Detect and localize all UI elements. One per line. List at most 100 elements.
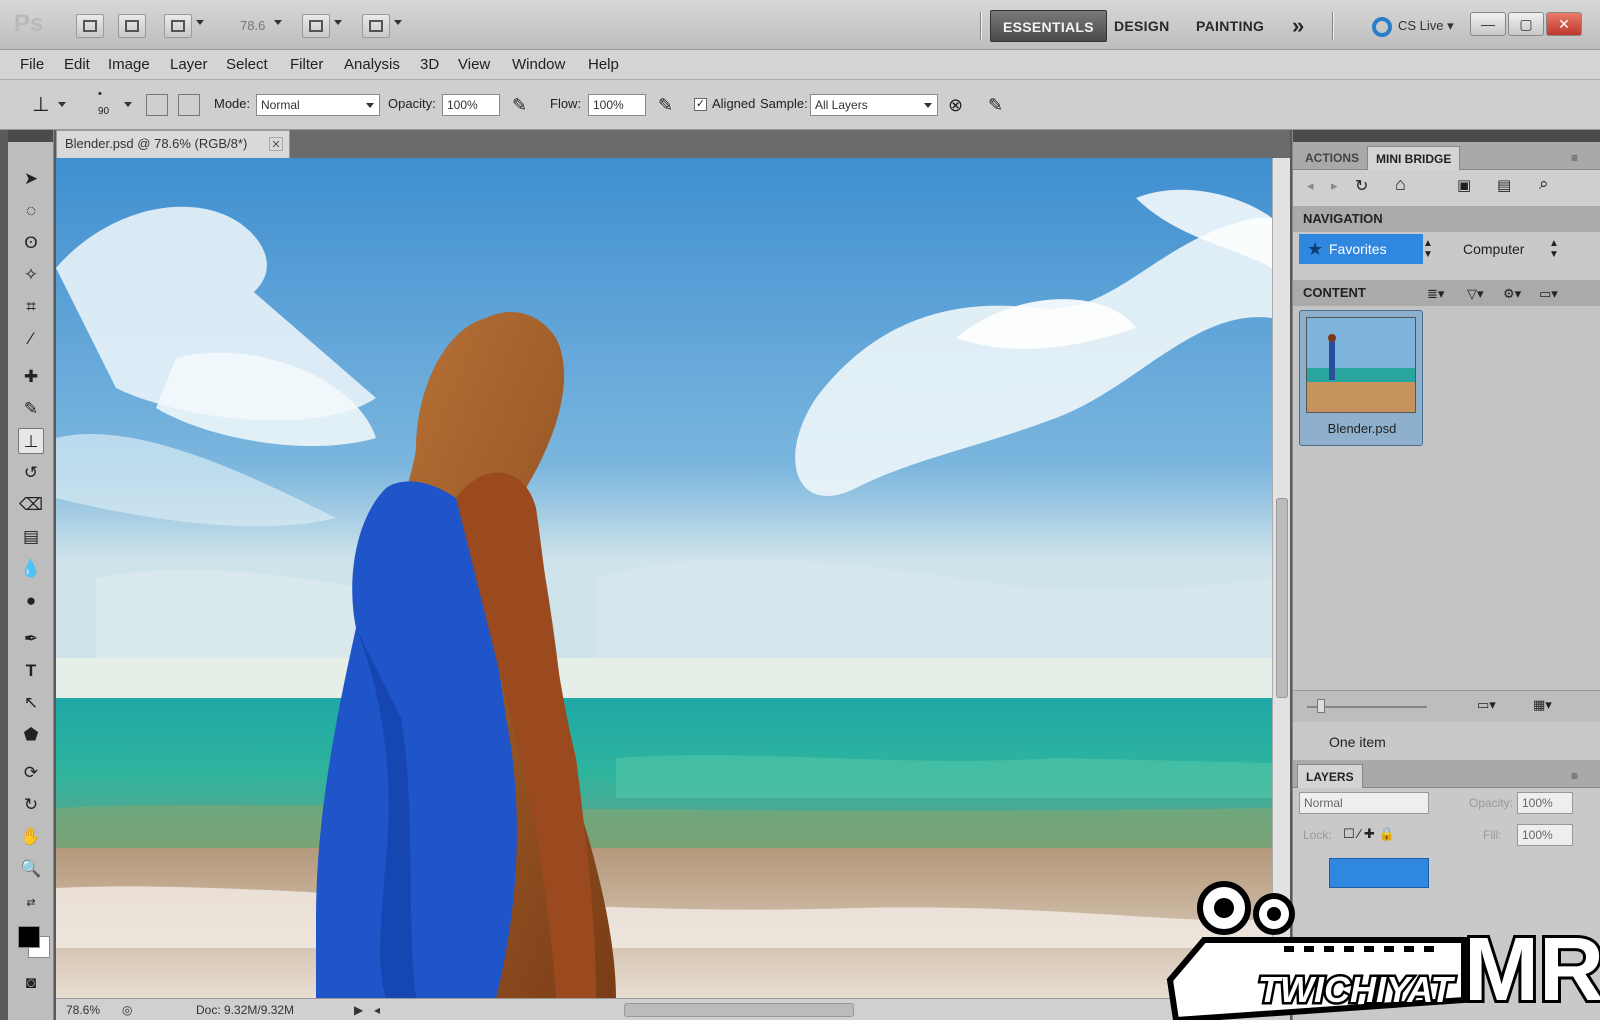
panel-grip[interactable] bbox=[8, 130, 53, 142]
status-arrow-icon[interactable]: ▶ bbox=[354, 1003, 363, 1017]
close-button[interactable]: ✕ bbox=[1546, 12, 1582, 36]
history-brush-tool-icon[interactable]: ↺ bbox=[18, 460, 44, 486]
chevron-down-icon[interactable] bbox=[58, 102, 66, 107]
arrange-documents-button[interactable] bbox=[302, 14, 330, 38]
status-zoom[interactable]: 78.6% bbox=[66, 1003, 100, 1017]
3d-rotate-tool-icon[interactable]: ⟳ bbox=[18, 760, 44, 786]
clone-stamp-tool-icon[interactable]: ⊥ bbox=[30, 94, 52, 116]
sample-select[interactable]: All Layers bbox=[810, 94, 938, 116]
menu-3d[interactable]: 3D bbox=[420, 56, 439, 73]
chevron-down-icon[interactable] bbox=[196, 20, 204, 25]
grid-view-icon[interactable]: ▦▾ bbox=[1533, 697, 1552, 713]
home-icon[interactable]: ⌂ bbox=[1395, 174, 1406, 195]
layer-fill-field[interactable]: 100% bbox=[1517, 824, 1573, 846]
3d-orbit-tool-icon[interactable]: ↻ bbox=[18, 792, 44, 818]
ignore-adjustment-layers-icon[interactable]: ⊗ bbox=[948, 94, 970, 116]
bridge-icon[interactable]: ▣ bbox=[1457, 176, 1471, 194]
chevron-down-icon[interactable] bbox=[274, 20, 282, 25]
gradient-tool-icon[interactable]: ▤ bbox=[18, 524, 44, 550]
maximize-button[interactable]: ▢ bbox=[1508, 12, 1544, 36]
chevron-down-icon[interactable] bbox=[394, 20, 402, 25]
swap-colors-icon[interactable]: ⇄ bbox=[18, 890, 44, 916]
chevron-down-icon[interactable] bbox=[334, 20, 342, 25]
brush-panel-icon[interactable] bbox=[146, 94, 168, 116]
view-icon[interactable]: ▭▾ bbox=[1539, 286, 1558, 302]
recent-icon[interactable]: ↻ bbox=[1355, 176, 1368, 196]
computer-item[interactable]: Computer bbox=[1441, 234, 1561, 264]
move-tool-icon[interactable]: ➤ bbox=[18, 166, 44, 192]
workspace-painting[interactable]: PAINTING bbox=[1184, 10, 1276, 42]
tab-layers[interactable]: LAYERS bbox=[1297, 764, 1363, 788]
panel-menu-icon[interactable]: ≡ bbox=[1563, 764, 1586, 788]
layer-opacity-field[interactable]: 100% bbox=[1517, 792, 1573, 814]
sort-icon[interactable]: ≣▾ bbox=[1427, 286, 1444, 302]
quick-mask-icon[interactable]: ◙ bbox=[18, 970, 44, 996]
menu-window[interactable]: Window bbox=[512, 56, 565, 73]
shape-tool-icon[interactable]: ⬟ bbox=[18, 722, 44, 748]
flow-field[interactable]: 100% bbox=[588, 94, 646, 116]
menu-select[interactable]: Select bbox=[226, 56, 268, 73]
lasso-tool-icon[interactable]: ʘ bbox=[18, 230, 44, 256]
panel-grip[interactable] bbox=[1293, 130, 1600, 142]
pressure-size-icon[interactable]: ✎ bbox=[988, 94, 1010, 116]
favorites-item[interactable]: Favorites bbox=[1299, 234, 1423, 264]
scroll-thumb[interactable] bbox=[1276, 498, 1288, 698]
tools-menu-icon[interactable]: ⚙▾ bbox=[1503, 286, 1521, 302]
filter-icon[interactable]: ▽▾ bbox=[1467, 286, 1484, 302]
computer-stepper-icon[interactable]: ▲ ▼ bbox=[1549, 238, 1559, 260]
clone-stamp-tool-icon[interactable]: ⊥ bbox=[18, 428, 44, 454]
aligned-checkbox[interactable]: ✓ bbox=[694, 98, 707, 111]
dodge-tool-icon[interactable]: ● bbox=[18, 588, 44, 614]
lock-icons[interactable]: ☐ ⁄ ✚ 🔒 bbox=[1343, 826, 1395, 842]
brush-tool-icon[interactable]: ✎ bbox=[18, 396, 44, 422]
menu-edit[interactable]: Edit bbox=[64, 56, 90, 73]
zoom-level-field[interactable]: 78.6 bbox=[236, 14, 284, 38]
status-menu-icon[interactable]: ◎ bbox=[122, 1003, 132, 1017]
vertical-scrollbar[interactable] bbox=[1272, 158, 1290, 998]
brush-size-value[interactable]: 90 bbox=[98, 106, 109, 117]
marquee-tool-icon[interactable]: ◌ bbox=[18, 198, 44, 224]
menu-filter[interactable]: Filter bbox=[290, 56, 323, 73]
document-tab[interactable]: Blender.psd @ 78.6% (RGB/8*) ✕ bbox=[56, 130, 290, 158]
search-icon[interactable]: ⌕ bbox=[1539, 174, 1549, 194]
eyedropper-tool-icon[interactable]: ⁄ bbox=[18, 326, 44, 352]
blend-mode-select[interactable]: Normal bbox=[1299, 792, 1429, 814]
launch-minibridge-button[interactable] bbox=[118, 14, 146, 38]
healing-brush-tool-icon[interactable]: ✚ bbox=[18, 364, 44, 390]
thumbnail-size-slider[interactable] bbox=[1307, 706, 1427, 708]
menu-analysis[interactable]: Analysis bbox=[344, 56, 400, 73]
screen-mode-button[interactable] bbox=[362, 14, 390, 38]
eraser-tool-icon[interactable]: ⌫ bbox=[18, 492, 44, 518]
mode-select[interactable]: Normal bbox=[256, 94, 380, 116]
pen-tool-icon[interactable]: ✒ bbox=[18, 626, 44, 652]
menu-file[interactable]: File bbox=[20, 56, 44, 73]
opacity-field[interactable]: 100% bbox=[442, 94, 500, 116]
slider-handle[interactable] bbox=[1317, 699, 1325, 713]
close-icon[interactable]: ✕ bbox=[269, 137, 283, 151]
tab-actions[interactable]: ACTIONS bbox=[1297, 146, 1367, 170]
launch-bridge-button[interactable] bbox=[76, 14, 104, 38]
quick-selection-tool-icon[interactable]: ✧ bbox=[18, 262, 44, 288]
chevron-down-icon[interactable] bbox=[124, 102, 132, 107]
view-mode-icon[interactable]: ▭▾ bbox=[1477, 697, 1496, 713]
menu-view[interactable]: View bbox=[458, 56, 490, 73]
foreground-color-swatch[interactable] bbox=[18, 926, 40, 948]
path-selection-tool-icon[interactable]: ↖ bbox=[18, 690, 44, 716]
tab-mini-bridge[interactable]: MINI BRIDGE bbox=[1367, 146, 1461, 170]
forward-icon[interactable]: ▸ bbox=[1331, 178, 1338, 194]
content-thumbnail-item[interactable]: Blender.psd bbox=[1299, 310, 1423, 446]
cs-live-button[interactable]: CS Live ▾ bbox=[1372, 12, 1454, 40]
crop-tool-icon[interactable]: ⌗ bbox=[18, 294, 44, 320]
workspace-overflow-button[interactable]: » bbox=[1280, 10, 1317, 42]
scroll-left-icon[interactable]: ◂ bbox=[374, 1003, 380, 1017]
hand-tool-icon[interactable]: ✋ bbox=[18, 824, 44, 850]
zoom-tool-icon[interactable]: 🔍 bbox=[18, 856, 44, 882]
blur-tool-icon[interactable]: 💧 bbox=[18, 556, 44, 582]
view-extras-button[interactable] bbox=[164, 14, 192, 38]
menu-help[interactable]: Help bbox=[588, 56, 619, 73]
pressure-opacity-icon[interactable]: ✎ bbox=[512, 94, 534, 116]
menu-image[interactable]: Image bbox=[108, 56, 150, 73]
clone-source-icon[interactable] bbox=[178, 94, 200, 116]
minimize-button[interactable]: — bbox=[1470, 12, 1506, 36]
panel-menu-icon[interactable]: ≡ bbox=[1563, 146, 1586, 170]
